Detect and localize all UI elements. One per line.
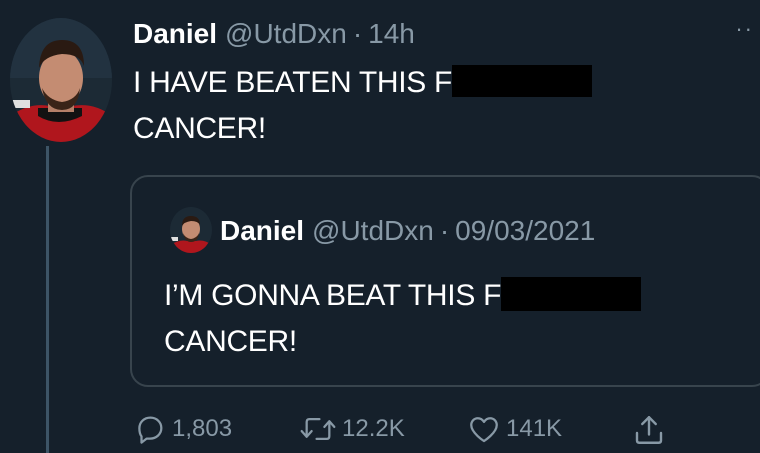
quoted-separator: · [439,215,450,246]
quoted-header: Daniel @UtdDxn · 09/03/2021 [220,213,595,249]
separator: · [352,18,363,49]
tweet[interactable]: Daniel @UtdDxn · 14h ·· I HAVE BEATEN TH… [0,0,760,453]
quoted-display-name: Daniel [220,215,305,246]
reply-button[interactable]: 1,803 [132,412,232,446]
reply-icon [138,416,163,444]
quoted-tweet[interactable]: Daniel @UtdDxn · 09/03/2021 I’M GONNA BE… [130,175,760,387]
display-name[interactable]: Daniel [133,16,217,52]
quoted-username-handle: @UtdDxn [312,215,434,246]
username-handle[interactable]: @UtdDxn [225,16,347,52]
quoted-avatar [170,207,212,253]
more-icon[interactable]: ·· [735,18,754,40]
timestamp[interactable]: 14h [368,16,415,52]
retweet-count: 12.2K [342,415,405,442]
like-count: 141K [506,415,563,442]
retweet-button[interactable]: 12.2K [298,412,405,446]
redaction-bar [452,65,593,98]
quoted-text-line-2: CANCER! [164,325,297,358]
quoted-avatar-image [170,207,212,253]
tweet-text: I HAVE BEATEN THIS F CANCER! [133,60,593,152]
quoted-redaction-bar [501,277,642,312]
retweet-icon [300,417,336,441]
avatar-image [10,18,112,142]
quoted-text-line-1: I’M GONNA BEAT THIS F [164,279,502,312]
action-bar: 1,803 12.2K 141K [0,404,760,453]
avatar[interactable] [10,18,112,142]
share-icon [635,416,663,444]
like-button[interactable]: 141K [466,412,562,446]
reply-count: 1,803 [172,415,233,442]
share-button[interactable] [630,412,672,448]
quoted-date: 09/03/2021 [455,215,596,246]
tweet-text-line-2: CANCER! [133,112,266,145]
tweet-text-line-1: I HAVE BEATEN THIS F [133,66,453,99]
quoted-text: I’M GONNA BEAT THIS F CANCER! [164,273,642,365]
heart-icon [470,417,498,443]
tweet-header: Daniel @UtdDxn · 14h [133,16,415,52]
